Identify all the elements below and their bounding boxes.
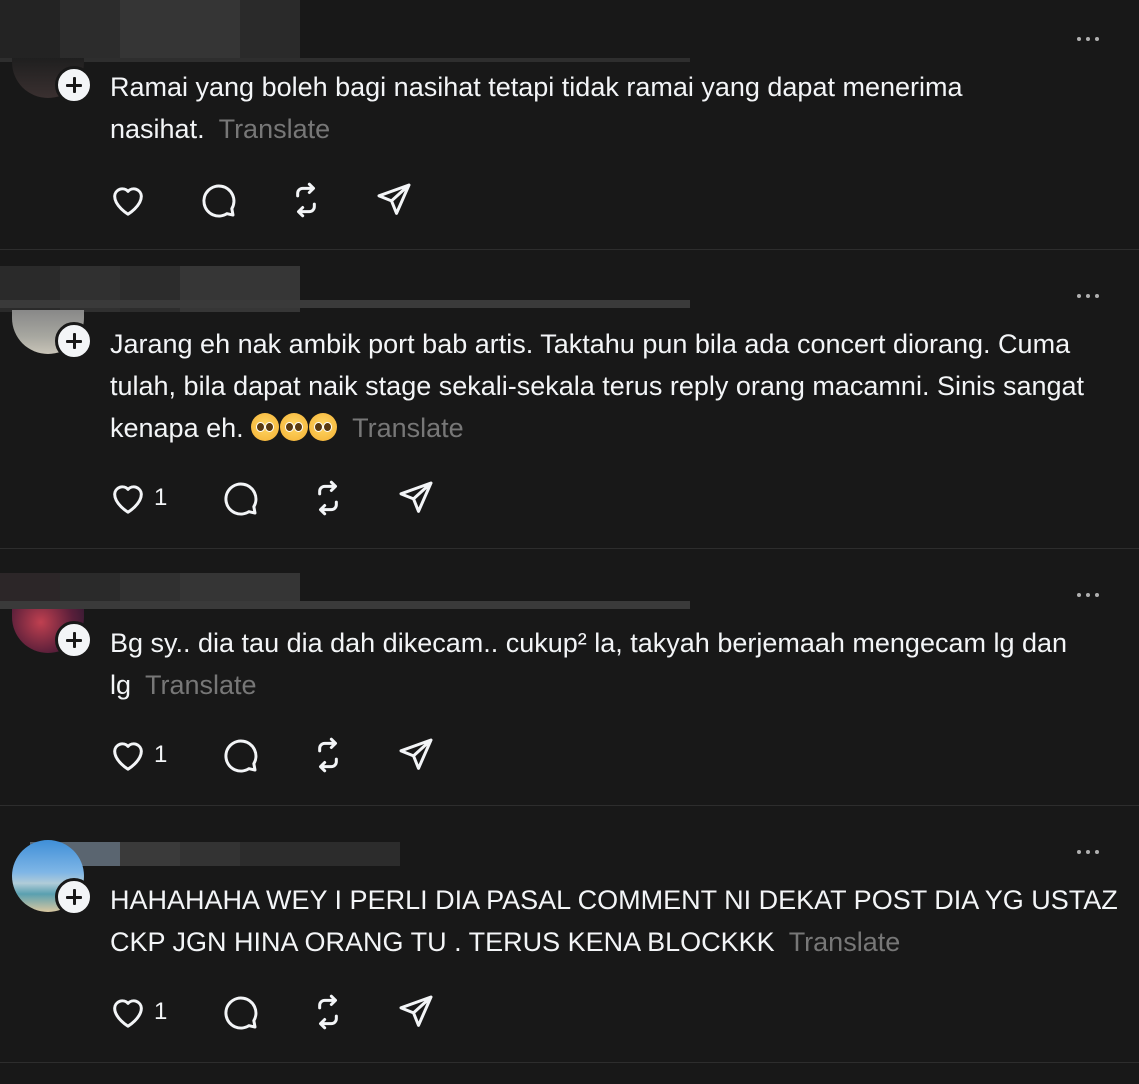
thread-post: Jarang eh nak ambik port bab artis. Takt… xyxy=(0,250,1139,548)
repost-icon xyxy=(318,480,338,516)
follow-plus-icon[interactable] xyxy=(55,322,93,360)
share-icon xyxy=(399,481,433,513)
post-text: Ramai yang boleh bagi nasihat tetapi tid… xyxy=(110,66,1120,150)
share-button[interactable] xyxy=(396,735,436,775)
more-icon[interactable] xyxy=(1077,850,1099,854)
follow-plus-icon[interactable] xyxy=(55,621,93,659)
translate-link[interactable]: Translate xyxy=(219,114,331,144)
repost-button[interactable] xyxy=(308,478,396,518)
more-icon[interactable] xyxy=(1077,593,1099,597)
share-icon xyxy=(399,738,433,770)
more-icon[interactable] xyxy=(1077,37,1099,41)
heart-icon xyxy=(113,742,143,771)
post-body: HAHAHAHA WEY I PERLI DIA PASAL COMMENT N… xyxy=(110,885,1118,957)
comment-icon xyxy=(224,739,258,773)
repost-button[interactable] xyxy=(308,735,396,775)
blurred-metadata xyxy=(0,58,690,62)
translate-link[interactable]: Translate xyxy=(145,670,257,700)
like-button[interactable]: 1 xyxy=(108,478,220,518)
translate-link[interactable]: Translate xyxy=(352,413,464,443)
share-button[interactable] xyxy=(374,180,414,220)
thread-post: Bg sy.. dia tau dia dah dikecam.. cukup²… xyxy=(0,549,1139,805)
like-button[interactable] xyxy=(108,180,198,220)
reply-button[interactable] xyxy=(220,735,308,775)
share-icon xyxy=(377,183,411,215)
post-text: HAHAHAHA WEY I PERLI DIA PASAL COMMENT N… xyxy=(110,879,1120,963)
pleading-face-icon xyxy=(280,413,309,441)
post-text: Bg sy.. dia tau dia dah dikecam.. cukup²… xyxy=(110,622,1120,706)
repost-icon xyxy=(318,737,338,773)
share-button[interactable] xyxy=(396,478,436,518)
translate-link[interactable]: Translate xyxy=(789,927,901,957)
action-bar xyxy=(108,180,414,220)
heart-icon xyxy=(113,999,143,1028)
follow-plus-icon[interactable] xyxy=(55,878,93,916)
repost-icon xyxy=(296,182,316,218)
repost-button[interactable] xyxy=(286,180,374,220)
heart-icon xyxy=(113,187,143,216)
follow-plus-icon[interactable] xyxy=(55,66,93,104)
blurred-username xyxy=(0,0,300,60)
like-count: 1 xyxy=(154,741,168,768)
like-button[interactable]: 1 xyxy=(108,992,220,1032)
comment-icon xyxy=(224,996,258,1030)
share-button[interactable] xyxy=(396,992,436,1032)
reply-button[interactable] xyxy=(220,992,308,1032)
repost-icon xyxy=(318,994,338,1030)
comment-icon xyxy=(202,184,236,218)
blurred-metadata xyxy=(0,601,690,609)
action-bar: 1 xyxy=(108,992,436,1032)
comment-icon xyxy=(224,482,258,516)
reply-button[interactable] xyxy=(198,180,286,220)
post-text: Jarang eh nak ambik port bab artis. Takt… xyxy=(110,323,1120,449)
reply-button[interactable] xyxy=(220,478,308,518)
action-bar: 1 xyxy=(108,735,436,775)
like-count: 1 xyxy=(154,998,168,1025)
like-count: 1 xyxy=(154,484,168,511)
share-icon xyxy=(399,995,433,1027)
like-button[interactable]: 1 xyxy=(108,735,220,775)
action-bar: 1 xyxy=(108,478,436,518)
repost-button[interactable] xyxy=(308,992,396,1032)
more-icon[interactable] xyxy=(1077,294,1099,298)
divider xyxy=(0,1062,1139,1063)
thread-post: Ramai yang boleh bagi nasihat tetapi tid… xyxy=(0,0,1139,250)
heart-icon xyxy=(113,485,143,514)
blurred-username xyxy=(30,842,400,866)
pleading-face-icon xyxy=(251,413,280,441)
blurred-metadata xyxy=(0,300,690,308)
thread-post: HAHAHAHA WEY I PERLI DIA PASAL COMMENT N… xyxy=(0,806,1139,1062)
relieved-face-icon xyxy=(309,413,338,441)
